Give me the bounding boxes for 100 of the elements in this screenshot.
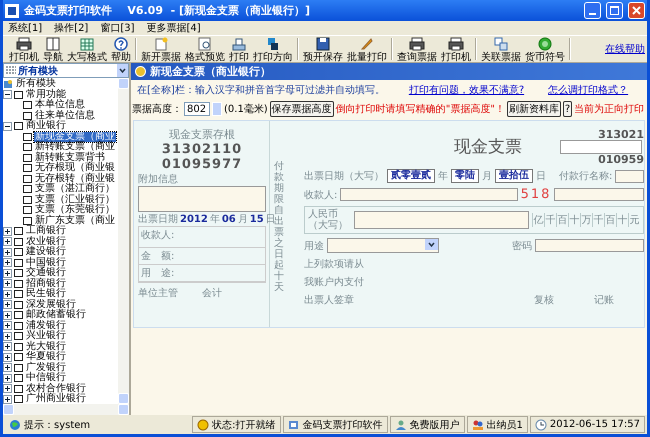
tree-item[interactable]: 无存根现（商业银 bbox=[34, 163, 116, 174]
password-field[interactable] bbox=[535, 239, 644, 252]
checkbox[interactable] bbox=[23, 174, 32, 183]
checkbox[interactable] bbox=[14, 122, 23, 130]
save-height-button[interactable]: 保存票据高度 bbox=[270, 101, 334, 117]
menu-item[interactable]: 更多票据[4] bbox=[146, 21, 201, 35]
expand-icon[interactable] bbox=[3, 279, 12, 288]
tree-item[interactable]: 民生银行 bbox=[25, 289, 67, 300]
tree-item[interactable]: 支票（湛江商行） bbox=[34, 184, 116, 194]
checkbox[interactable] bbox=[14, 269, 23, 278]
checkbox[interactable] bbox=[14, 311, 23, 320]
expand-icon[interactable] bbox=[3, 352, 12, 362]
tree-item[interactable]: 常用功能 bbox=[25, 90, 67, 100]
expand-icon[interactable] bbox=[3, 394, 12, 404]
checkbox[interactable] bbox=[14, 227, 23, 236]
tree-item[interactable]: 建设银行 bbox=[25, 247, 67, 258]
toolbar-button[interactable]: 批量打印 bbox=[347, 36, 387, 62]
toolbar-button[interactable]: 帮助 bbox=[111, 36, 131, 62]
month-field[interactable]: 零陆 bbox=[451, 169, 479, 183]
menu-item[interactable]: 操作[2] bbox=[54, 21, 88, 35]
tree-item[interactable]: 广发银行 bbox=[25, 362, 67, 373]
tree-item[interactable]: 深发展银行 bbox=[25, 300, 77, 310]
toolbar-button[interactable]: 格式预览 bbox=[185, 36, 225, 62]
payee-field[interactable] bbox=[340, 188, 518, 201]
height-field[interactable]: 802 bbox=[184, 102, 210, 116]
tree-item[interactable]: 工商银行 bbox=[25, 226, 67, 236]
minimize-button[interactable] bbox=[584, 2, 601, 19]
expand-icon[interactable] bbox=[3, 300, 12, 310]
vertical-scrollbar[interactable] bbox=[118, 78, 129, 404]
toolbar-button[interactable]: 打印机 bbox=[9, 36, 39, 62]
tree-item[interactable]: 往来单位信息 bbox=[34, 110, 96, 121]
tree-item[interactable]: 华夏银行 bbox=[25, 352, 67, 362]
tree-item[interactable]: 浦发银行 bbox=[25, 320, 67, 331]
tree-item[interactable]: 农业银行 bbox=[25, 236, 67, 247]
menu-item[interactable]: 窗口[3] bbox=[100, 21, 135, 35]
amount-field[interactable] bbox=[354, 211, 529, 229]
expand-icon[interactable] bbox=[3, 332, 12, 341]
checkbox[interactable] bbox=[23, 154, 32, 162]
checkbox[interactable] bbox=[23, 132, 32, 141]
tree-item[interactable]: 新广东支票（商业 bbox=[34, 216, 116, 226]
expand-icon[interactable] bbox=[3, 374, 12, 383]
checkbox[interactable] bbox=[14, 353, 23, 362]
tree-item[interactable]: 商业银行 bbox=[25, 121, 67, 132]
toolbar-button[interactable]: 打印方向 bbox=[253, 36, 293, 62]
tree-item[interactable]: 无存根转（商业银 bbox=[34, 174, 116, 184]
expand-icon[interactable] bbox=[3, 248, 12, 257]
expand-icon[interactable] bbox=[3, 342, 12, 352]
extra-field[interactable] bbox=[138, 186, 266, 212]
checkbox[interactable] bbox=[14, 374, 23, 382]
tree-item[interactable]: 支票（汇业银行） bbox=[34, 194, 116, 205]
expand-icon[interactable] bbox=[3, 268, 12, 278]
toolbar-button[interactable]: 货币符号 bbox=[525, 36, 565, 62]
toolbar-button[interactable]: 导航 bbox=[43, 36, 63, 62]
close-button[interactable] bbox=[628, 2, 645, 19]
account-field[interactable] bbox=[554, 188, 644, 201]
checkbox[interactable] bbox=[23, 196, 32, 204]
expand-icon[interactable] bbox=[3, 384, 12, 394]
tree-item[interactable]: 中信银行 bbox=[25, 373, 67, 384]
collapse-icon[interactable] bbox=[3, 122, 12, 131]
checkbox[interactable] bbox=[23, 112, 32, 120]
help-link[interactable]: 怎么调打印格式？ bbox=[548, 83, 628, 97]
maximize-button[interactable] bbox=[606, 2, 623, 19]
refresh-button[interactable]: 刷新资料库 bbox=[506, 101, 561, 117]
tree-item[interactable]: 光大银行 bbox=[25, 342, 67, 352]
collapse-icon[interactable] bbox=[3, 90, 12, 100]
expand-icon[interactable] bbox=[3, 226, 12, 236]
toolbar-button[interactable]: 关联票据 bbox=[481, 36, 521, 62]
checkbox[interactable] bbox=[14, 248, 23, 256]
checkbox[interactable] bbox=[14, 395, 23, 404]
checkbox[interactable] bbox=[23, 216, 32, 225]
tree-item[interactable]: 新转账支票背书 bbox=[34, 152, 106, 163]
day-field[interactable]: 壹拾伍 bbox=[495, 169, 533, 183]
checkbox[interactable] bbox=[14, 238, 23, 246]
help-link[interactable]: 在线帮助 bbox=[605, 42, 645, 56]
checkbox[interactable] bbox=[14, 280, 23, 288]
toolbar-button[interactable]: 预开保存 bbox=[303, 36, 343, 62]
checkbox[interactable] bbox=[14, 342, 23, 351]
toolbar-button[interactable]: 大写格式 bbox=[67, 36, 107, 62]
tree-item[interactable]: 广州商业银行 bbox=[25, 394, 87, 404]
checkbox[interactable] bbox=[23, 185, 32, 194]
tree-item[interactable]: 本单位信息 bbox=[34, 100, 86, 110]
purpose-select[interactable] bbox=[327, 238, 439, 253]
expand-icon[interactable] bbox=[3, 237, 12, 246]
tree-item[interactable]: 兴业银行 bbox=[25, 331, 67, 342]
tree-item[interactable]: 中国银行 bbox=[25, 258, 67, 268]
bank-field[interactable] bbox=[615, 170, 644, 182]
tree-item[interactable]: 支票（东莞银行） bbox=[34, 205, 116, 216]
checkbox[interactable] bbox=[14, 300, 23, 309]
expand-icon[interactable] bbox=[3, 321, 12, 330]
tree-item[interactable]: 农村合作银行 bbox=[25, 384, 87, 394]
toolbar-button[interactable]: 查询票据 bbox=[397, 36, 437, 62]
menu-item[interactable]: 系统[1] bbox=[8, 21, 42, 35]
horizontal-scrollbar[interactable] bbox=[3, 404, 129, 415]
help-link[interactable]: 打印有问题，效果不满意? bbox=[408, 83, 524, 97]
toolbar-button[interactable]: 新开票据 bbox=[141, 36, 181, 62]
number-field[interactable] bbox=[560, 140, 642, 154]
year-field[interactable]: 贰零壹贰 bbox=[387, 169, 435, 183]
checkbox[interactable] bbox=[14, 322, 23, 330]
help-button[interactable]: ? bbox=[562, 101, 572, 117]
expand-icon[interactable] bbox=[3, 258, 12, 268]
